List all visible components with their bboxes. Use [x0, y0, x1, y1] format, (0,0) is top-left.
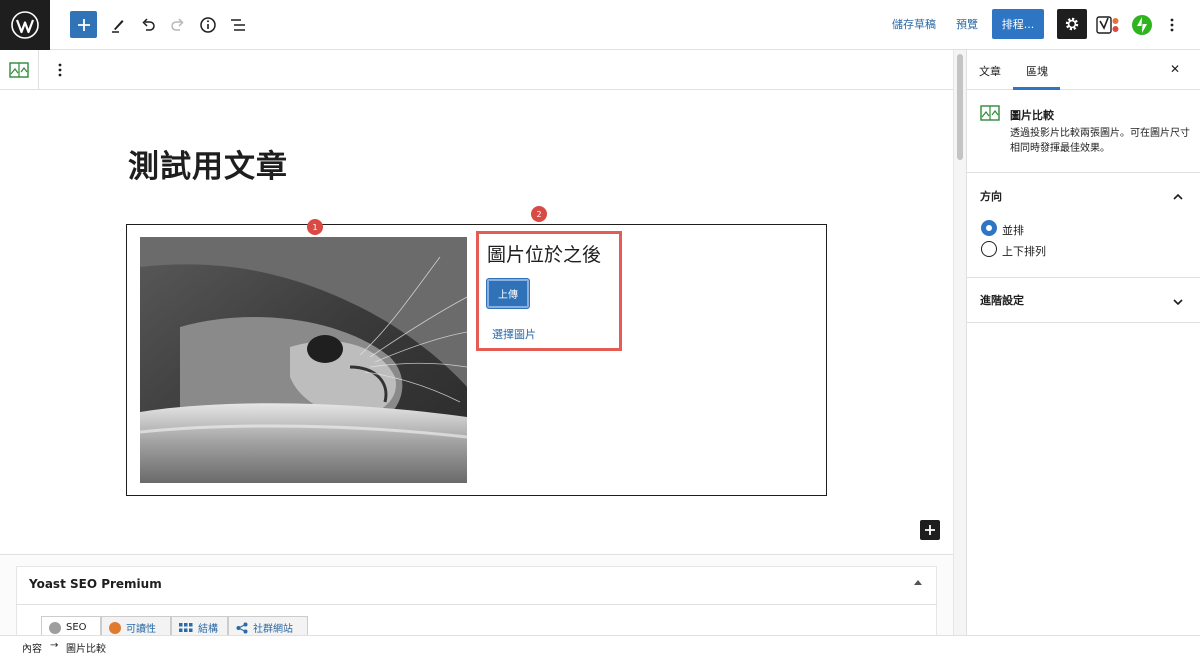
sidebar-tabs — [966, 50, 1200, 90]
tab-block[interactable]: 區塊 — [1026, 63, 1048, 79]
tab-post[interactable]: 文章 — [979, 63, 1001, 79]
step-badge-1: 1 — [307, 219, 323, 235]
seo-circle-icon — [49, 621, 61, 634]
top-toolbar: 儲存草稿 預覽 排程... — [0, 0, 1200, 50]
schedule-button[interactable]: 排程... — [992, 9, 1044, 39]
editor-scrollbar[interactable] — [953, 50, 966, 635]
before-image — [140, 237, 467, 483]
more-vertical-icon — [58, 63, 62, 77]
redo-icon — [171, 18, 184, 31]
block-description: 透過投影片比較兩張圖片。可在圖片尺寸相同時發揮最佳效果。 — [1010, 128, 1190, 154]
after-image-title: 圖片位於之後 — [487, 244, 602, 266]
redo-button[interactable] — [164, 11, 192, 39]
collapse-arrow-icon[interactable] — [914, 580, 922, 585]
breadcrumb-root[interactable]: 內容 — [22, 640, 42, 655]
more-vertical-icon — [1170, 18, 1174, 32]
upload-button[interactable]: 上傳 — [487, 279, 529, 308]
add-block-button[interactable] — [70, 11, 97, 38]
plus-icon — [77, 18, 90, 31]
divider — [966, 322, 1200, 323]
jetpack-button[interactable] — [1128, 11, 1156, 39]
preview-button[interactable]: 預覽 — [956, 16, 978, 32]
gear-icon — [1065, 17, 1079, 31]
plus-icon — [925, 525, 935, 535]
schema-grid-icon — [179, 622, 193, 632]
breadcrumb-bar: 內容 → 圖片比較 — [0, 635, 1200, 656]
radio-label-vertical: 上下排列 — [1002, 245, 1046, 258]
jetpack-icon — [1132, 15, 1152, 35]
undo-icon — [142, 18, 155, 31]
pencil-icon — [112, 20, 124, 33]
select-image-link[interactable]: 選擇圖片 — [492, 326, 536, 342]
active-tab-indicator — [1013, 87, 1060, 90]
settings-button[interactable] — [1057, 9, 1087, 39]
options-menu-button[interactable] — [1158, 11, 1186, 39]
save-draft-button[interactable]: 儲存草稿 — [892, 16, 936, 32]
list-view-button[interactable] — [224, 11, 252, 39]
yoast-title[interactable]: Yoast SEO Premium — [29, 577, 162, 591]
chevron-down-icon[interactable] — [1172, 293, 1184, 312]
scrollbar-thumb[interactable] — [957, 54, 963, 160]
image-compare-icon — [980, 105, 1000, 125]
readability-smiley-icon — [109, 621, 121, 634]
details-button[interactable] — [194, 11, 222, 39]
chevron-up-icon[interactable] — [1172, 188, 1184, 207]
divider — [966, 172, 1200, 173]
image-compare-icon — [9, 61, 29, 78]
radio-side-by-side[interactable] — [981, 220, 997, 236]
radio-vertical[interactable] — [981, 241, 997, 257]
divider — [16, 604, 937, 605]
direction-panel-title[interactable]: 方向 — [980, 188, 1002, 204]
yoast-icon — [1096, 16, 1119, 34]
step-badge-2: 2 — [531, 206, 547, 222]
block-toolbar — [0, 50, 953, 90]
list-view-icon — [231, 19, 245, 31]
arrow-right-icon: → — [50, 640, 59, 651]
breadcrumb-current[interactable]: 圖片比較 — [66, 640, 106, 655]
wordpress-logo-icon[interactable] — [0, 0, 50, 50]
advanced-panel-title[interactable]: 進階設定 — [980, 292, 1024, 308]
tools-button[interactable] — [104, 11, 132, 39]
post-title[interactable]: 測試用文章 — [128, 141, 288, 186]
block-type-button[interactable] — [0, 50, 39, 89]
yoast-button[interactable] — [1094, 11, 1122, 39]
divider — [966, 277, 1200, 278]
radio-label-side-by-side: 並排 — [1002, 224, 1024, 237]
block-title: 圖片比較 — [1010, 109, 1054, 122]
block-inserter-button[interactable] — [920, 520, 940, 540]
undo-button[interactable] — [134, 11, 162, 39]
close-sidebar-button[interactable]: ✕ — [1170, 62, 1180, 76]
block-options-button[interactable] — [50, 58, 70, 82]
info-icon — [200, 17, 216, 33]
share-icon — [236, 622, 248, 633]
